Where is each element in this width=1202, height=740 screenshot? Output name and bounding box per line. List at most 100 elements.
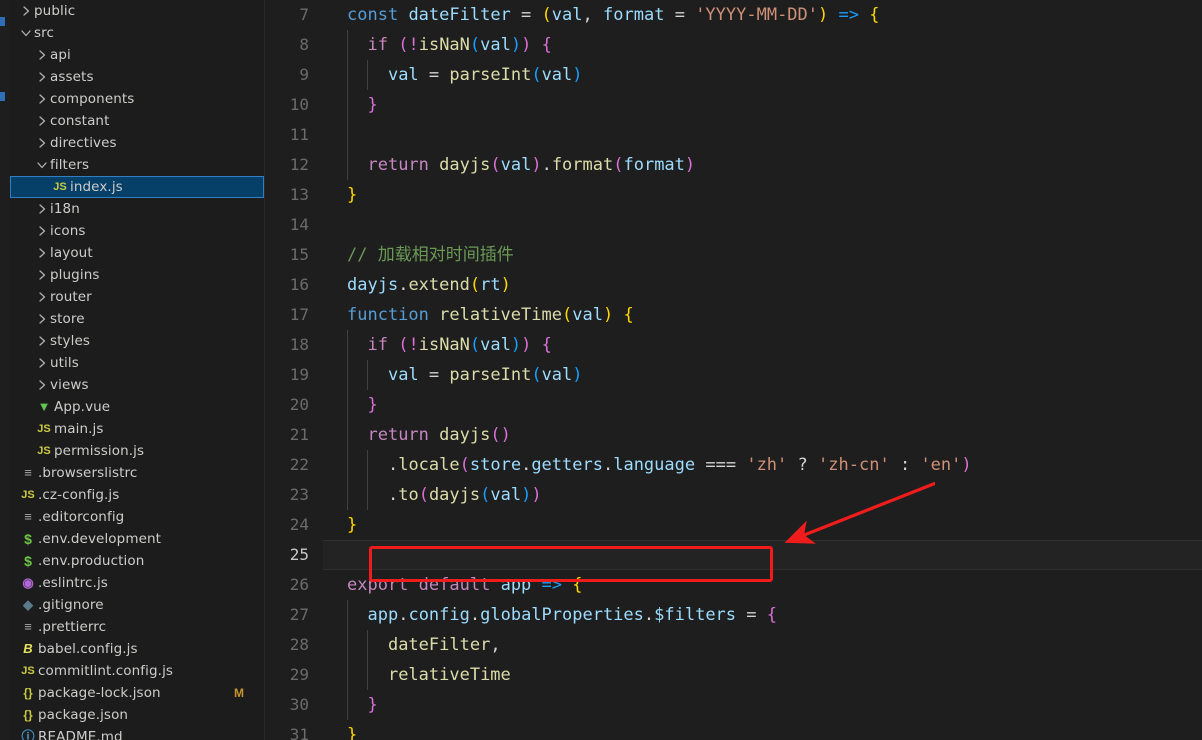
tree-file-envdevelopment[interactable]: $ .env.development xyxy=(10,528,264,550)
code-line[interactable]: 26 export default app => { xyxy=(265,570,1202,600)
tree-file-prettierrc[interactable]: ≡ .prettierrc xyxy=(10,616,264,638)
code-line[interactable]: 9 val = parseInt(val) xyxy=(265,60,1202,90)
tree-folder-views[interactable]: views xyxy=(10,374,264,396)
line-text[interactable]: relativeTime xyxy=(323,660,1202,690)
tree-folder-icons[interactable]: icons xyxy=(10,220,264,242)
line-text[interactable]: if (!isNaN(val)) { xyxy=(323,330,1202,360)
line-text[interactable]: } xyxy=(323,690,1202,720)
line-text[interactable]: dayjs.extend(rt) xyxy=(323,270,1202,300)
line-text[interactable] xyxy=(323,210,1202,240)
code-line[interactable]: 21 return dayjs() xyxy=(265,420,1202,450)
tree-folder-directives[interactable]: directives xyxy=(10,132,264,154)
code-line[interactable]: 16 dayjs.extend(rt) xyxy=(265,270,1202,300)
code-line[interactable]: 28 dateFilter, xyxy=(265,630,1202,660)
tree-folder-src[interactable]: src xyxy=(10,22,264,44)
explorer-sidebar[interactable]: public src api assets components constant dire… xyxy=(10,0,265,740)
chevron-right-icon[interactable] xyxy=(34,49,50,62)
line-text[interactable]: .to(dayjs(val)) xyxy=(323,480,1202,510)
line-text[interactable] xyxy=(323,120,1202,150)
line-text[interactable]: // 加载相对时间插件 xyxy=(323,240,1202,270)
line-text[interactable]: } xyxy=(323,720,1202,740)
code-line[interactable]: 14 xyxy=(265,210,1202,240)
code-line[interactable]: 12 return dayjs(val).format(format) xyxy=(265,150,1202,180)
tree-file-readmemd[interactable]: ⓘ README.md xyxy=(10,726,264,740)
tree-file-browserslistrc[interactable]: ≡ .browserslistrc xyxy=(10,462,264,484)
chevron-right-icon[interactable] xyxy=(34,247,50,260)
tree-file-mainjs[interactable]: JS main.js xyxy=(10,418,264,440)
chevron-right-icon[interactable] xyxy=(34,93,50,106)
code-line[interactable]: 31} xyxy=(265,720,1202,740)
tree-file-permissionjs[interactable]: JS permission.js xyxy=(10,440,264,462)
line-text[interactable]: app.config.globalProperties.$filters = { xyxy=(323,600,1202,630)
tree-folder-store[interactable]: store xyxy=(10,308,264,330)
tree-file-eslintrcjs[interactable]: ◉ .eslintrc.js xyxy=(10,572,264,594)
line-text[interactable]: } xyxy=(323,390,1202,420)
chevron-down-icon[interactable] xyxy=(18,27,34,40)
code-line[interactable]: 29 relativeTime xyxy=(265,660,1202,690)
chevron-right-icon[interactable] xyxy=(34,335,50,348)
chevron-right-icon[interactable] xyxy=(34,313,50,326)
chevron-right-icon[interactable] xyxy=(18,5,34,18)
code-line[interactable]: 20 } xyxy=(265,390,1202,420)
chevron-right-icon[interactable] xyxy=(34,379,50,392)
tree-folder-router[interactable]: router xyxy=(10,286,264,308)
tree-file-commitlintconfigjs[interactable]: JS commitlint.config.js xyxy=(10,660,264,682)
code-content[interactable]: 7 const dateFilter = (val, format = 'YYYY… xyxy=(265,0,1202,740)
tree-folder-i18n[interactable]: i18n xyxy=(10,198,264,220)
code-line[interactable]: 10 } xyxy=(265,90,1202,120)
editor-pane[interactable]: 7 const dateFilter = (val, format = 'YYYY… xyxy=(265,0,1202,740)
tree-file-babelconfigjs[interactable]: Bbabel.config.js xyxy=(10,638,264,660)
tree-folder-api[interactable]: api xyxy=(10,44,264,66)
line-text[interactable]: .locale(store.getters.language === 'zh' … xyxy=(323,450,1202,480)
line-text[interactable]: } xyxy=(323,510,1202,540)
line-text[interactable]: const dateFilter = (val, format = 'YYYY-… xyxy=(323,0,1202,30)
code-line[interactable]: 22 .locale(store.getters.language === 'z… xyxy=(265,450,1202,480)
tree-folder-public[interactable]: public xyxy=(10,0,264,22)
chevron-right-icon[interactable] xyxy=(34,137,50,150)
line-text[interactable]: return dayjs() xyxy=(323,420,1202,450)
code-line[interactable]: 19 val = parseInt(val) xyxy=(265,360,1202,390)
code-line[interactable]: 30 } xyxy=(265,690,1202,720)
tree-file-indexjs[interactable]: JS index.js xyxy=(10,176,264,198)
code-line[interactable]: 23 .to(dayjs(val)) xyxy=(265,480,1202,510)
line-text[interactable]: if (!isNaN(val)) { xyxy=(323,30,1202,60)
chevron-down-icon[interactable] xyxy=(34,159,50,172)
tree-file-gitignore[interactable]: ◆ .gitignore xyxy=(10,594,264,616)
code-line[interactable]: 11 xyxy=(265,120,1202,150)
line-text[interactable]: } xyxy=(323,180,1202,210)
tree-file-czconfigjs[interactable]: JS .cz-config.js xyxy=(10,484,264,506)
tree-file-appvue[interactable]: ▼ App.vue xyxy=(10,396,264,418)
tree-file-editorconfig[interactable]: ≡ .editorconfig xyxy=(10,506,264,528)
line-text[interactable]: } xyxy=(323,90,1202,120)
tree-folder-styles[interactable]: styles xyxy=(10,330,264,352)
code-line[interactable]: 17 function relativeTime(val) { xyxy=(265,300,1202,330)
chevron-right-icon[interactable] xyxy=(34,291,50,304)
file-tree[interactable]: public src api assets components constant dire… xyxy=(10,0,264,740)
tree-folder-layout[interactable]: layout xyxy=(10,242,264,264)
tree-file-envproduction[interactable]: $ .env.production xyxy=(10,550,264,572)
chevron-right-icon[interactable] xyxy=(34,225,50,238)
line-text[interactable]: export default app => { xyxy=(323,570,1202,600)
chevron-right-icon[interactable] xyxy=(34,203,50,216)
code-line[interactable]: 15 // 加载相对时间插件 xyxy=(265,240,1202,270)
line-text[interactable]: val = parseInt(val) xyxy=(323,60,1202,90)
chevron-right-icon[interactable] xyxy=(34,357,50,370)
line-text[interactable]: dateFilter, xyxy=(323,630,1202,660)
code-line[interactable]: 7 const dateFilter = (val, format = 'YYYY… xyxy=(265,0,1202,30)
code-line[interactable]: 8 if (!isNaN(val)) { xyxy=(265,30,1202,60)
tree-file-packagelockjson[interactable]: {} package-lock.json M xyxy=(10,682,264,704)
code-line[interactable]: 25 xyxy=(265,540,1202,570)
code-line[interactable]: 18 if (!isNaN(val)) { xyxy=(265,330,1202,360)
chevron-right-icon[interactable] xyxy=(34,269,50,282)
chevron-right-icon[interactable] xyxy=(34,71,50,84)
line-text[interactable]: return dayjs(val).format(format) xyxy=(323,150,1202,180)
tree-folder-plugins[interactable]: plugins xyxy=(10,264,264,286)
line-text[interactable]: function relativeTime(val) { xyxy=(323,300,1202,330)
tree-folder-filters[interactable]: filters xyxy=(10,154,264,176)
code-line[interactable]: 24} xyxy=(265,510,1202,540)
line-text[interactable]: val = parseInt(val) xyxy=(323,360,1202,390)
tree-folder-constant[interactable]: constant xyxy=(10,110,264,132)
code-line[interactable]: 27 app.config.globalProperties.$filters … xyxy=(265,600,1202,630)
tree-folder-assets[interactable]: assets xyxy=(10,66,264,88)
chevron-right-icon[interactable] xyxy=(34,115,50,128)
